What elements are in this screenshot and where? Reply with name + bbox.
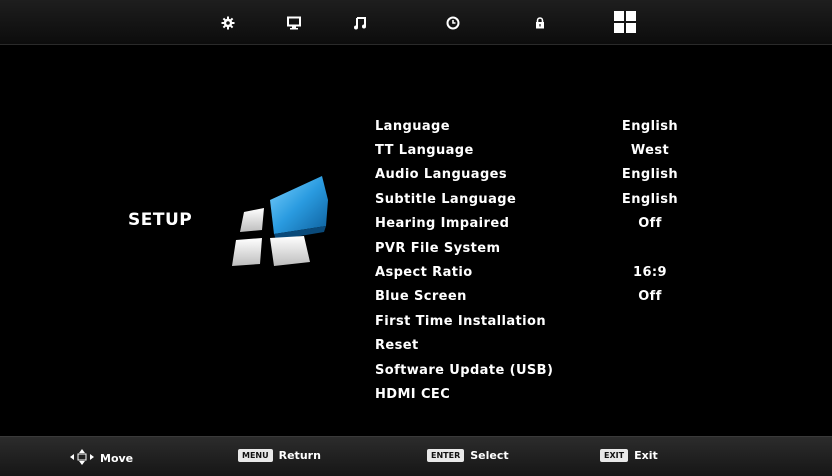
menu-item-aspect-ratio[interactable]: Aspect Ratio 16:9	[375, 260, 695, 284]
menu-item-pvr-file-system[interactable]: PVR File System	[375, 236, 695, 260]
menu-item-language[interactable]: Language English	[375, 114, 695, 138]
hint-bar: Move MENU Return ENTER Select EXIT Exit	[0, 436, 832, 476]
hint-return: MENU Return	[238, 449, 321, 462]
exit-key-icon: EXIT	[600, 449, 629, 462]
dpad-arrows-icon	[70, 449, 94, 468]
menu-item-first-time-installation[interactable]: First Time Installation	[375, 309, 695, 333]
menu-item-software-update[interactable]: Software Update (USB)	[375, 358, 695, 382]
menu-key-icon: MENU	[238, 449, 273, 462]
page-title: SETUP	[128, 210, 193, 230]
music-note-icon[interactable]	[350, 13, 370, 33]
menu-item-audio-languages[interactable]: Audio Languages English	[375, 163, 695, 187]
menu-item-subtitle-language[interactable]: Subtitle Language English	[375, 187, 695, 211]
menu-item-hdmi-cec[interactable]: HDMI CEC	[375, 382, 695, 406]
gear-icon[interactable]	[218, 13, 238, 33]
top-tab-bar	[0, 0, 832, 45]
hint-select: ENTER Select	[427, 449, 509, 462]
monitor-icon[interactable]	[284, 13, 304, 33]
hint-move: Move	[70, 449, 133, 468]
menu-item-reset[interactable]: Reset	[375, 334, 695, 358]
hint-exit: EXIT Exit	[600, 449, 658, 462]
menu-item-hearing-impaired[interactable]: Hearing Impaired Off	[375, 212, 695, 236]
setup-graphic-icon	[230, 176, 330, 276]
menu-item-blue-screen[interactable]: Blue Screen Off	[375, 285, 695, 309]
enter-key-icon: ENTER	[427, 449, 465, 462]
menu-item-tt-language[interactable]: TT Language West	[375, 138, 695, 162]
clock-icon[interactable]	[443, 13, 463, 33]
setup-grid-icon[interactable]	[612, 9, 638, 35]
lock-icon[interactable]	[530, 13, 550, 33]
settings-menu: Language English TT Language West Audio La…	[375, 114, 695, 407]
